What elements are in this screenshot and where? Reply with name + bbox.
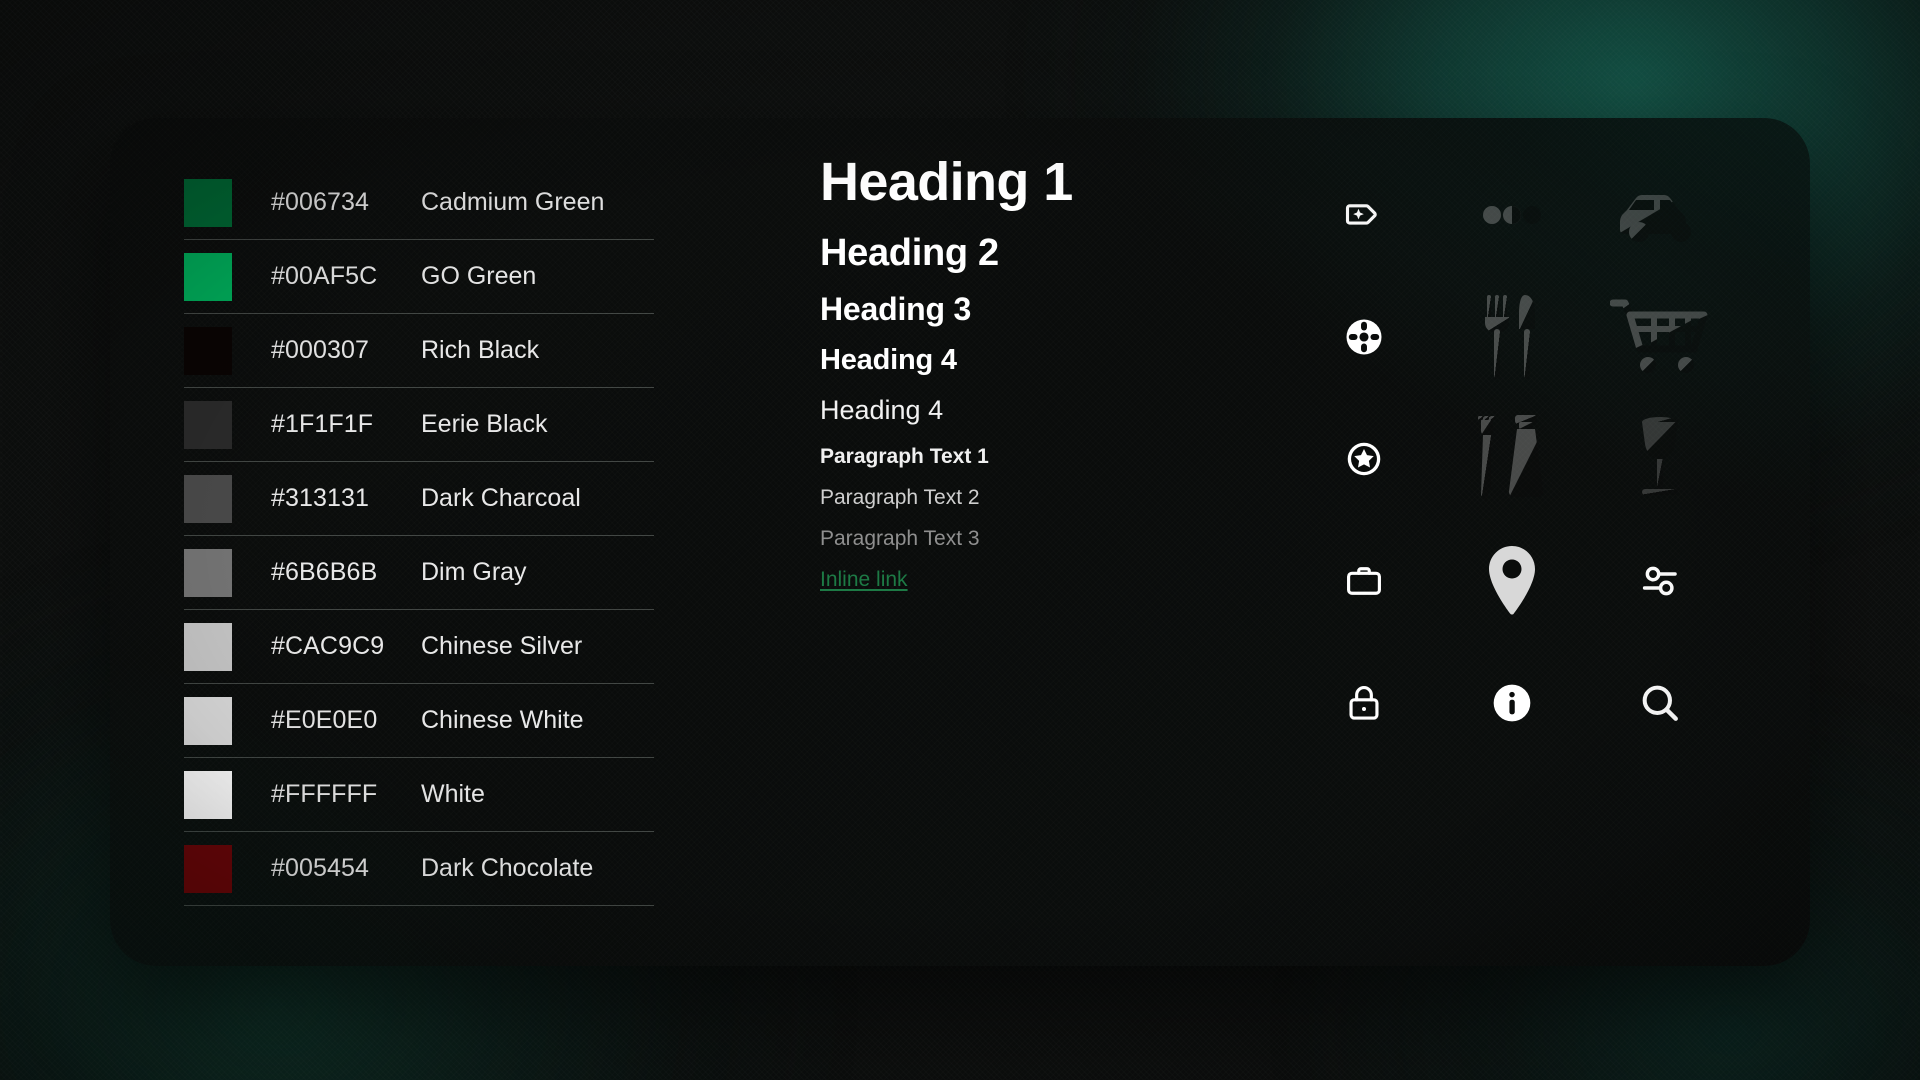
table-row[interactable]: #000307 Rich Black: [184, 314, 654, 388]
color-hex: #6B6B6B: [271, 558, 378, 586]
color-swatch: [184, 400, 232, 449]
color-hex: #1F1F1F: [271, 410, 374, 438]
color-name: Dark Chocolate: [421, 854, 594, 882]
three-dots-icon[interactable]: [1438, 154, 1586, 276]
color-swatch: [184, 548, 232, 597]
color-swatch: [184, 252, 232, 301]
color-palette-list: #006734 Cadmium Green #00AF5C GO Green #…: [184, 166, 654, 906]
heading-4-sample: Heading 4: [820, 344, 957, 377]
color-name: Chinese White: [421, 706, 584, 734]
heading-3-sample: Heading 3: [820, 290, 972, 327]
info-icon[interactable]: [1438, 642, 1586, 764]
sliders-icon[interactable]: [1586, 520, 1734, 642]
heading-1-sample: Heading 1: [820, 152, 1073, 212]
color-swatch: [184, 844, 232, 893]
lifebuoy-icon[interactable]: [1290, 276, 1438, 398]
style-guide-card: #006734 Cadmium Green #00AF5C GO Green #…: [110, 118, 1810, 966]
inline-link-sample[interactable]: Inline link: [820, 568, 908, 592]
heading-2-sample: Heading 2: [820, 232, 999, 275]
map-pin-icon[interactable]: [1438, 520, 1586, 642]
color-swatch: [184, 474, 232, 523]
color-hex: #313131: [271, 484, 370, 512]
page-background: #006734 Cadmium Green #00AF5C GO Green #…: [0, 0, 1920, 1080]
icon-specimen-grid: [1290, 154, 1730, 764]
wine-glass-icon[interactable]: [1586, 398, 1734, 520]
table-row[interactable]: #313131 Dark Charcoal: [184, 462, 654, 536]
paragraph-3-sample: Paragraph Text 3: [820, 526, 980, 550]
star-circle-icon[interactable]: [1290, 398, 1438, 520]
color-hex: #E0E0E0: [271, 706, 378, 734]
table-row[interactable]: #1F1F1F Eerie Black: [184, 388, 654, 462]
paragraph-1-sample: Paragraph Text 1: [820, 444, 989, 468]
lock-icon[interactable]: [1290, 642, 1438, 764]
color-hex: #006734: [271, 188, 370, 216]
color-hex: #FFFFFF: [271, 780, 378, 808]
color-swatch: [184, 770, 232, 819]
color-swatch: [184, 622, 232, 671]
table-row[interactable]: #6B6B6B Dim Gray: [184, 536, 654, 610]
table-row[interactable]: #006734 Cadmium Green: [184, 166, 654, 240]
color-hex: #CAC9C9: [271, 632, 385, 660]
heading-4-light-sample: Heading 4: [820, 395, 944, 426]
shopping-cart-icon[interactable]: [1586, 276, 1734, 398]
color-swatch: [184, 326, 232, 375]
toothbrush-paste-icon[interactable]: [1438, 398, 1586, 520]
color-name: GO Green: [421, 262, 537, 290]
tag-sparkle-icon[interactable]: [1290, 154, 1438, 276]
car-icon[interactable]: [1586, 154, 1734, 276]
search-icon[interactable]: [1586, 642, 1734, 764]
color-hex: #00AF5C: [271, 262, 378, 290]
color-swatch: [184, 696, 232, 745]
table-row[interactable]: #005454 Dark Chocolate: [184, 832, 654, 906]
table-row[interactable]: #CAC9C9 Chinese Silver: [184, 610, 654, 684]
color-hex: #000307: [271, 336, 370, 364]
briefcase-icon[interactable]: [1290, 520, 1438, 642]
color-swatch: [184, 178, 232, 227]
color-hex: #005454: [271, 854, 370, 882]
paragraph-2-sample: Paragraph Text 2: [820, 485, 980, 509]
color-name: Cadmium Green: [421, 188, 605, 216]
color-name: Rich Black: [421, 336, 540, 364]
cutlery-icon[interactable]: [1438, 276, 1586, 398]
color-name: Dark Charcoal: [421, 484, 581, 512]
typography-specimen: Heading 1 Heading 2 Heading 3 Heading 4 …: [820, 152, 1240, 592]
table-row[interactable]: #E0E0E0 Chinese White: [184, 684, 654, 758]
color-name: Chinese Silver: [421, 632, 583, 660]
color-name: Eerie Black: [421, 410, 548, 438]
color-name: White: [421, 780, 485, 808]
color-name: Dim Gray: [421, 558, 527, 586]
table-row[interactable]: #00AF5C GO Green: [184, 240, 654, 314]
table-row[interactable]: #FFFFFF White: [184, 758, 654, 832]
